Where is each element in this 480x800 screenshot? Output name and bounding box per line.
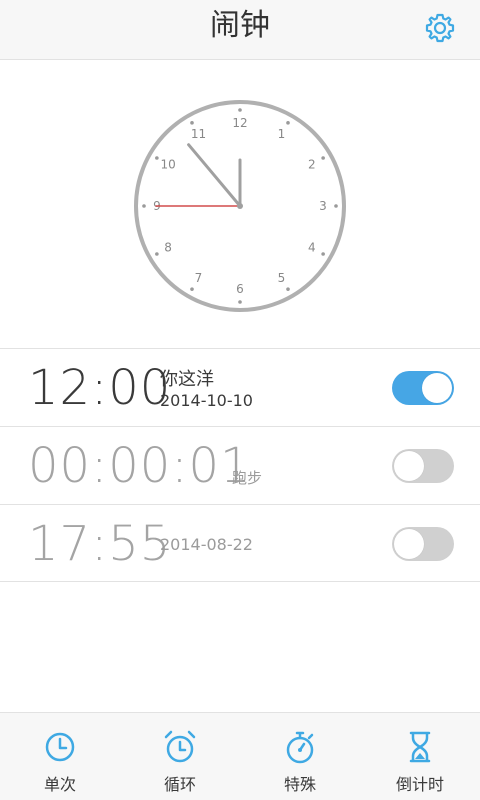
alarm-time: 17:55 (28, 516, 172, 572)
stopwatch-icon (286, 731, 314, 764)
alarm-clock-icon (164, 730, 196, 763)
toggle-knob (394, 451, 424, 481)
clock-tick (334, 204, 338, 208)
analog-clock-area: 12 1 2 3 4 5 6 7 8 9 10 11 (0, 60, 480, 348)
alarm-row[interactable]: 12:00 你这洋 2014-10-10 (0, 348, 480, 426)
nav-item-single[interactable]: 单次 (0, 713, 120, 800)
clock-number: 6 (236, 282, 244, 296)
nav-item-countdown[interactable]: 倒计时 (360, 713, 480, 800)
clock-number: 7 (195, 271, 203, 285)
bottom-nav: 单次 循环 特殊 倒计时 (0, 712, 480, 800)
clock-tick (286, 287, 290, 291)
nav-label: 循环 (163, 775, 196, 794)
clock-number: 2 (308, 158, 316, 172)
page-title: 闹钟 (210, 8, 270, 43)
clock-icon (45, 732, 75, 762)
clock-tick (190, 287, 194, 291)
analog-clock: 121234567891011 (134, 100, 346, 312)
clock-center (237, 203, 243, 209)
alarm-date: 2014-10-10 (160, 391, 253, 410)
alarm-meta: 你这洋 2014-10-10 (160, 369, 253, 411)
clock-number: 10 (160, 158, 175, 172)
nav-item-repeat[interactable]: 循环 (120, 713, 240, 800)
alarm-toggle[interactable] (392, 449, 454, 483)
gear-icon (425, 13, 455, 43)
clock-tick (155, 156, 159, 160)
alarm-app: 闹钟 121234567891011 12:00 你这洋 (0, 0, 480, 800)
clock-tick (238, 300, 242, 304)
alarm-meta: 2014-08-22 (160, 535, 253, 555)
alarm-label: 你这洋 (160, 369, 214, 390)
alarm-meta: 跑步 (232, 467, 262, 489)
header-bar: 闹钟 (0, 0, 480, 60)
settings-button[interactable] (424, 12, 456, 44)
alarm-label: 跑步 (232, 469, 263, 487)
alarm-row[interactable]: 00:00:01 跑步 (0, 426, 480, 504)
nav-label: 单次 (43, 775, 76, 794)
alarm-toggle[interactable] (392, 371, 454, 405)
nav-item-special[interactable]: 特殊 (240, 713, 360, 800)
hourglass-icon (409, 731, 431, 763)
nav-label: 倒计时 (395, 775, 444, 794)
clock-tick (321, 252, 325, 256)
alarm-date: 2014-08-22 (160, 535, 253, 554)
clock-tick (286, 121, 290, 125)
clock-number: 12 (232, 116, 247, 130)
clock-tick (142, 204, 146, 208)
clock-tick (238, 108, 242, 112)
clock-number: 4 (308, 241, 316, 255)
clock-number: 8 (164, 241, 172, 255)
toggle-knob (394, 529, 424, 559)
alarm-time: 12:00 (28, 360, 172, 416)
clock-number: 11 (191, 127, 206, 141)
clock-tick (321, 156, 325, 160)
clock-tick (155, 252, 159, 256)
alarm-row[interactable]: 17:55 2014-08-22 (0, 504, 480, 582)
clock-tick (190, 121, 194, 125)
alarm-list: 12:00 你这洋 2014-10-10 00:00:01 跑步 17:55 2… (0, 348, 480, 582)
clock-number: 3 (319, 199, 327, 213)
clock-number: 1 (278, 127, 286, 141)
alarm-toggle[interactable] (392, 527, 454, 561)
nav-label: 特殊 (283, 775, 316, 794)
toggle-knob (422, 373, 452, 403)
clock-number: 5 (278, 271, 286, 285)
alarm-time: 00:00:01 (28, 438, 252, 494)
